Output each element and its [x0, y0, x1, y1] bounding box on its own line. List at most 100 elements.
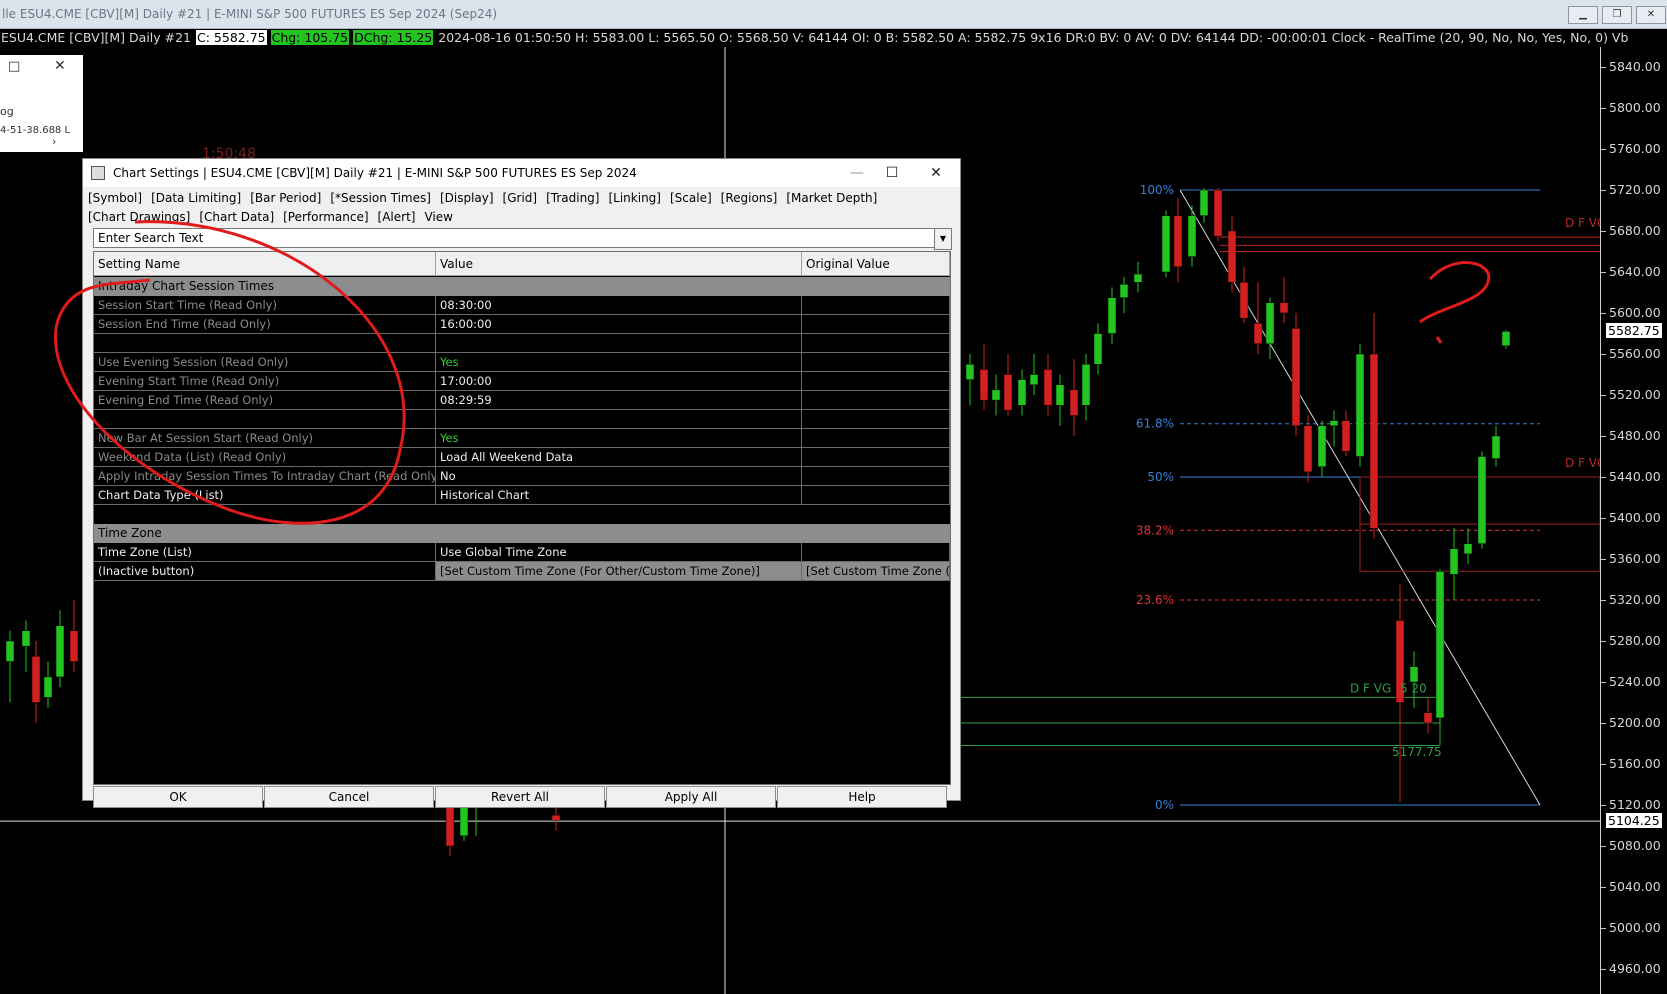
- tab-regions[interactable]: [Regions]: [721, 189, 778, 208]
- tab-grid[interactable]: [Grid]: [503, 189, 538, 208]
- cancel-button[interactable]: Cancel: [264, 786, 434, 808]
- setting-name-cell: Session End Time (Read Only): [94, 315, 436, 334]
- ok-button[interactable]: OK: [93, 786, 263, 808]
- candle-body: [1329, 420, 1339, 426]
- section-session-times[interactable]: Intraday Chart Session Times: [94, 277, 950, 296]
- dialog-minimize-button[interactable]: —: [837, 161, 877, 185]
- price-tick-label: 5640.00: [1609, 264, 1661, 279]
- price-tick-label: 4960.00: [1609, 961, 1661, 976]
- dfvg-low-label: D F VG: [1350, 681, 1391, 695]
- chart-settings-dialog[interactable]: Chart Settings | ESU4.CME [CBV][M] Daily…: [82, 158, 961, 808]
- restore-icon[interactable]: □: [8, 59, 20, 74]
- help-button[interactable]: Help: [777, 786, 947, 808]
- setting-value-cell[interactable]: [Set Custom Time Zone (For Other/Custom …: [436, 562, 802, 581]
- tab-view[interactable]: View: [424, 208, 452, 227]
- settings-row[interactable]: Session Start Time (Read Only) 08:30:00: [94, 296, 950, 315]
- setting-value-cell[interactable]: Use Global Time Zone: [436, 543, 802, 562]
- dialog-close-button[interactable]: ✕: [916, 161, 956, 185]
- setting-original-cell: [802, 429, 950, 448]
- setting-value-cell[interactable]: 08:30:00: [436, 296, 802, 315]
- setting-value-cell[interactable]: 16:00:00: [436, 315, 802, 334]
- candle-body: [1423, 712, 1433, 724]
- settings-row[interactable]: Evening End Time (Read Only) 08:29:59: [94, 391, 950, 410]
- dchg-badge: DChg: 15.25: [353, 30, 434, 45]
- close-button[interactable]: ✕: [1636, 6, 1666, 24]
- candle-body: [1341, 420, 1351, 452]
- candle-body: [69, 630, 79, 662]
- price-tick-label: 5520.00: [1609, 387, 1661, 402]
- setting-value-cell[interactable]: Load All Weekend Data: [436, 448, 802, 467]
- mini-text-2: 4-51-38.688 L: [0, 125, 71, 136]
- candle-body: [1409, 666, 1419, 683]
- blank-cell: [94, 334, 436, 353]
- tab-trading[interactable]: [Trading]: [546, 189, 599, 208]
- tab-data-limiting[interactable]: [Data Limiting]: [151, 189, 241, 208]
- tab-chart-drawings[interactable]: [Chart Drawings]: [88, 208, 190, 227]
- settings-row[interactable]: Apply Intraday Session Times To Intraday…: [94, 467, 950, 486]
- candle-body: [1435, 571, 1445, 719]
- setting-value-cell[interactable]: Yes: [436, 353, 802, 372]
- candle-body: [1303, 425, 1313, 473]
- tab-session-times[interactable]: [*Session Times]: [330, 189, 431, 208]
- blank-cell: [436, 410, 802, 429]
- candle-body: [1199, 189, 1209, 216]
- settings-row[interactable]: New Bar At Session Start (Read Only) Yes: [94, 429, 950, 448]
- col-setting-name[interactable]: Setting Name: [94, 252, 436, 276]
- dialog-maximize-button[interactable]: ☐: [872, 161, 912, 185]
- price-tick-label: 5600.00: [1609, 305, 1661, 320]
- col-original-value[interactable]: Original Value: [802, 252, 950, 276]
- section-time-zone[interactable]: Time Zone: [94, 524, 950, 543]
- price-axis[interactable]: 5840.00 5800.00 5760.00 5720.00 5680.00 5640.…: [1600, 47, 1667, 994]
- tab-display[interactable]: [Display]: [440, 189, 494, 208]
- candle-body: [965, 364, 975, 380]
- info-details: 2024-08-16 01:50:50 H: 5583.00 L: 5565.5…: [438, 30, 1629, 45]
- candle-body: [1017, 379, 1027, 406]
- tab-chart-data[interactable]: [Chart Data]: [199, 208, 274, 227]
- settings-row[interactable]: Session End Time (Read Only) 16:00:00: [94, 315, 950, 334]
- candle-body: [1253, 323, 1263, 344]
- col-value[interactable]: Value: [436, 252, 802, 276]
- tab-scale[interactable]: [Scale]: [670, 189, 712, 208]
- close-icon[interactable]: ✕: [54, 58, 66, 74]
- settings-grid[interactable]: Setting Name Value Original Value Intrad…: [93, 251, 951, 785]
- price-tick-label: 5000.00: [1609, 920, 1661, 935]
- price-tick-label: 5400.00: [1609, 510, 1661, 525]
- candle-body: [1477, 456, 1487, 544]
- blank-cell: [802, 334, 950, 353]
- revert-all-button[interactable]: Revert All: [435, 786, 605, 808]
- settings-row[interactable]: Use Evening Session (Read Only) Yes: [94, 353, 950, 372]
- search-dropdown-icon[interactable]: ▼: [934, 228, 952, 250]
- setting-value-cell[interactable]: 08:29:59: [436, 391, 802, 410]
- setting-value-cell[interactable]: Yes: [436, 429, 802, 448]
- candle-body: [31, 656, 41, 703]
- candle-body: [1291, 328, 1301, 426]
- dfvg-mid-label: D F VG: [1565, 456, 1600, 470]
- settings-row[interactable]: Weekend Data (List) (Read Only) Load All …: [94, 448, 950, 467]
- tab-performance[interactable]: [Performance]: [283, 208, 368, 227]
- candle-body: [1369, 353, 1379, 529]
- tab-alert[interactable]: [Alert]: [378, 208, 416, 227]
- tab-linking[interactable]: [Linking]: [608, 189, 661, 208]
- setting-name-cell: Chart Data Type (List): [94, 486, 436, 505]
- settings-row[interactable]: Time Zone (List) Use Global Time Zone: [94, 543, 950, 562]
- mini-text-1: og: [0, 105, 14, 118]
- setting-value-cell[interactable]: 17:00:00: [436, 372, 802, 391]
- minimize-button[interactable]: ▁: [1568, 6, 1598, 24]
- tab-bar-period[interactable]: [Bar Period]: [250, 189, 321, 208]
- settings-row[interactable]: Chart Data Type (List) Historical Chart: [94, 486, 950, 505]
- settings-row[interactable]: Evening Start Time (Read Only) 17:00:00: [94, 372, 950, 391]
- restore-button[interactable]: ❐: [1602, 6, 1632, 24]
- settings-row[interactable]: (Inactive button) [Set Custom Time Zone (…: [94, 562, 950, 581]
- candle-body: [1107, 297, 1117, 334]
- apply-all-button[interactable]: Apply All: [606, 786, 776, 808]
- search-input[interactable]: Enter Search Text: [93, 228, 935, 248]
- candle-body: [1161, 215, 1171, 273]
- tab-market-depth[interactable]: [Market Depth]: [786, 189, 877, 208]
- setting-value-cell[interactable]: Historical Chart: [436, 486, 802, 505]
- scroll-right-icon[interactable]: ›: [52, 135, 56, 148]
- tab-symbol[interactable]: [Symbol]: [88, 189, 142, 208]
- dialog-button-bar: OK Cancel Revert All Apply All Help: [93, 786, 949, 808]
- setting-name-cell: Time Zone (List): [94, 543, 436, 562]
- log-mini-window[interactable]: □ ✕ og 4-51-38.688 L ›: [0, 55, 83, 152]
- setting-value-cell[interactable]: No: [436, 467, 802, 486]
